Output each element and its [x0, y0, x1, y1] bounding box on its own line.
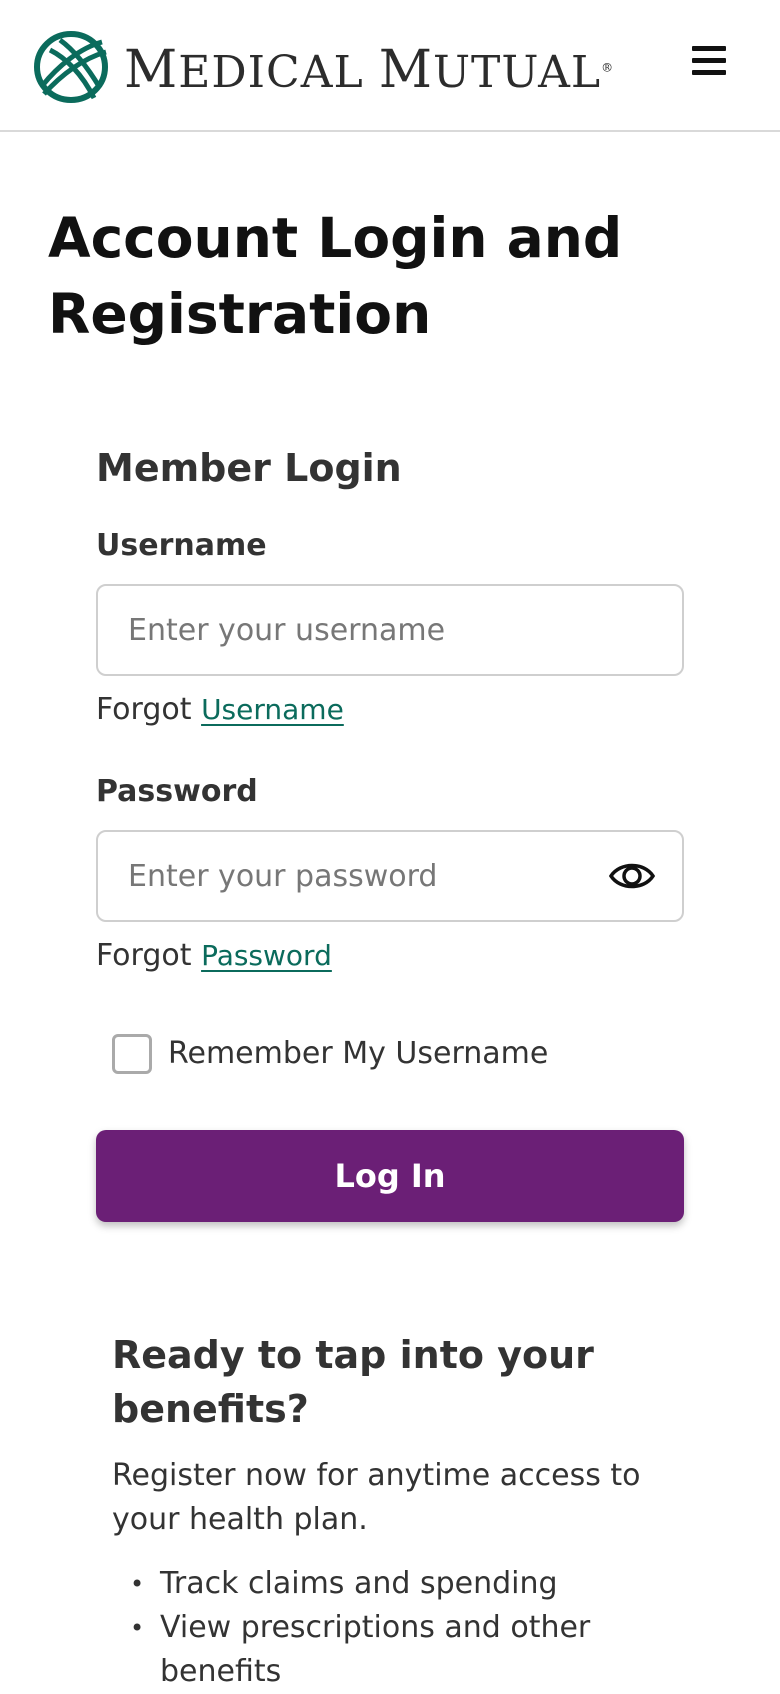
- password-field: [96, 830, 684, 922]
- hamburger-menu-icon: [692, 46, 726, 51]
- forgot-username-link[interactable]: Username: [201, 693, 344, 726]
- forgot-prefix: Forgot: [96, 938, 192, 973]
- list-item: Track claims and spending: [112, 1562, 692, 1606]
- medical-mutual-logo-icon: [34, 31, 108, 103]
- hamburger-menu-icon: [692, 70, 726, 75]
- forgot-password-link[interactable]: Password: [201, 939, 332, 972]
- member-login-form: Member Login Username Forgot Username Pa…: [96, 440, 686, 1222]
- eye-icon: [608, 863, 656, 889]
- remember-username-checkbox[interactable]: [112, 1034, 152, 1074]
- forgot-username: Forgot Username: [96, 690, 686, 730]
- hamburger-menu-icon: [692, 58, 726, 63]
- password-input[interactable]: [96, 830, 684, 922]
- page-title: Account Login and Registration: [48, 206, 623, 346]
- benefits-list: Track claims and spending View prescript…: [112, 1562, 692, 1694]
- show-password-button[interactable]: [608, 856, 656, 896]
- benefits-text: Register now for anytime access to your …: [112, 1458, 641, 1537]
- section-title: Member Login: [96, 446, 402, 490]
- brand-logo[interactable]: MEDICAL MUTUAL®: [30, 28, 614, 106]
- login-button[interactable]: Log In: [96, 1130, 684, 1222]
- password-label: Password: [96, 774, 258, 809]
- username-label: Username: [96, 528, 267, 563]
- username-input[interactable]: [96, 584, 684, 676]
- remember-username-row: Remember My Username: [112, 1034, 686, 1074]
- remember-username-label[interactable]: Remember My Username: [168, 1034, 548, 1074]
- benefits-section: Ready to tap into your benefits? Registe…: [112, 1328, 692, 1694]
- benefits-title: Ready to tap into your benefits?: [112, 1333, 594, 1431]
- forgot-password: Forgot Password: [96, 936, 686, 976]
- site-header: MEDICAL MUTUAL®: [0, 0, 780, 132]
- menu-button[interactable]: [692, 46, 728, 80]
- list-item: View prescriptions and other benefits: [112, 1606, 692, 1694]
- logo-wordmark: MEDICAL MUTUAL®: [124, 40, 615, 100]
- forgot-prefix: Forgot: [96, 692, 192, 727]
